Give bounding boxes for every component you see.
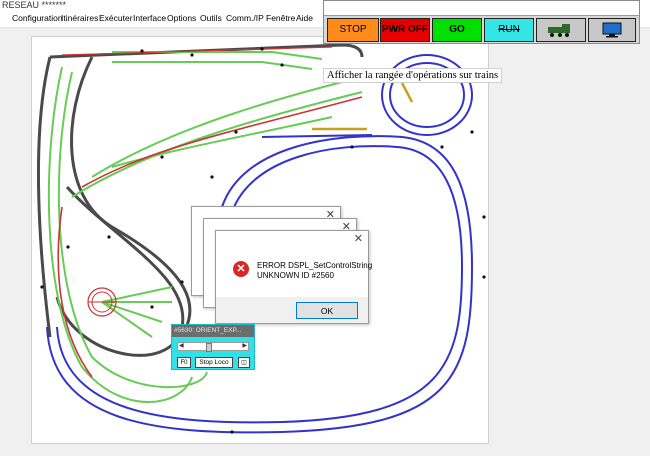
monitor-icon (602, 22, 622, 38)
panel-icon[interactable]: ◫ (238, 357, 250, 368)
go-button[interactable]: GO (432, 18, 482, 42)
menu-aide[interactable]: Aide (296, 13, 313, 23)
loco-title: #5630: ORIENT_EXP... (172, 325, 254, 337)
window-title: RESEAU ******* (2, 0, 67, 10)
menu-comm-ip[interactable]: Comm./IP (226, 13, 264, 23)
tooltip: Afficher la rangée d'opérations sur trai… (323, 68, 503, 83)
ok-button[interactable]: OK (296, 302, 358, 319)
menu-interface[interactable]: Interface (133, 13, 166, 23)
menu-itineraires[interactable]: Itinéraires (61, 13, 98, 23)
f0-button[interactable]: F0 (177, 357, 191, 368)
menu-outils[interactable]: Outils (200, 13, 222, 23)
slider-right-arrow-icon[interactable]: ▶ (242, 342, 247, 350)
display-button[interactable] (588, 18, 636, 42)
run-button[interactable]: RUN (484, 18, 534, 42)
menu-options[interactable]: Options (167, 13, 196, 23)
close-icon[interactable]: ✕ (354, 232, 363, 245)
stop-button[interactable]: STOP (327, 18, 379, 42)
slider-left-arrow-icon[interactable]: ◀ (179, 342, 184, 350)
menu-configuration[interactable]: Configuration (12, 13, 63, 23)
error-message: ERROR DSPL_SetControlString UNKNOWN ID #… (257, 261, 372, 281)
slider-thumb[interactable] (206, 343, 212, 352)
train-ops-button[interactable] (536, 18, 586, 42)
locomotive-icon (548, 24, 570, 37)
menu-fenetre[interactable]: Fenêtre (266, 13, 295, 23)
error-line-1: ERROR DSPL_SetControlString (257, 261, 373, 270)
error-icon: ✕ (233, 261, 249, 277)
loco-control-panel: #5630: ORIENT_EXP... ◀ ▶ F0 Stop Loco ◫ (171, 324, 255, 370)
speed-slider[interactable]: ◀ ▶ (177, 342, 249, 352)
dialog-footer: OK (216, 297, 368, 323)
menu-executer[interactable]: Exécuter (99, 13, 133, 23)
stop-loco-button[interactable]: Stop Loco (195, 357, 233, 368)
control-toolbar: STOP PWR OFF GO RUN (323, 0, 640, 44)
error-dialog: ✕ ✕ ERROR DSPL_SetControlString UNKNOWN … (215, 230, 372, 324)
power-off-button[interactable]: PWR OFF (380, 18, 430, 42)
error-line-2: UNKNOWN ID #2560 (257, 271, 334, 280)
toolbar-title-strip (324, 1, 639, 16)
